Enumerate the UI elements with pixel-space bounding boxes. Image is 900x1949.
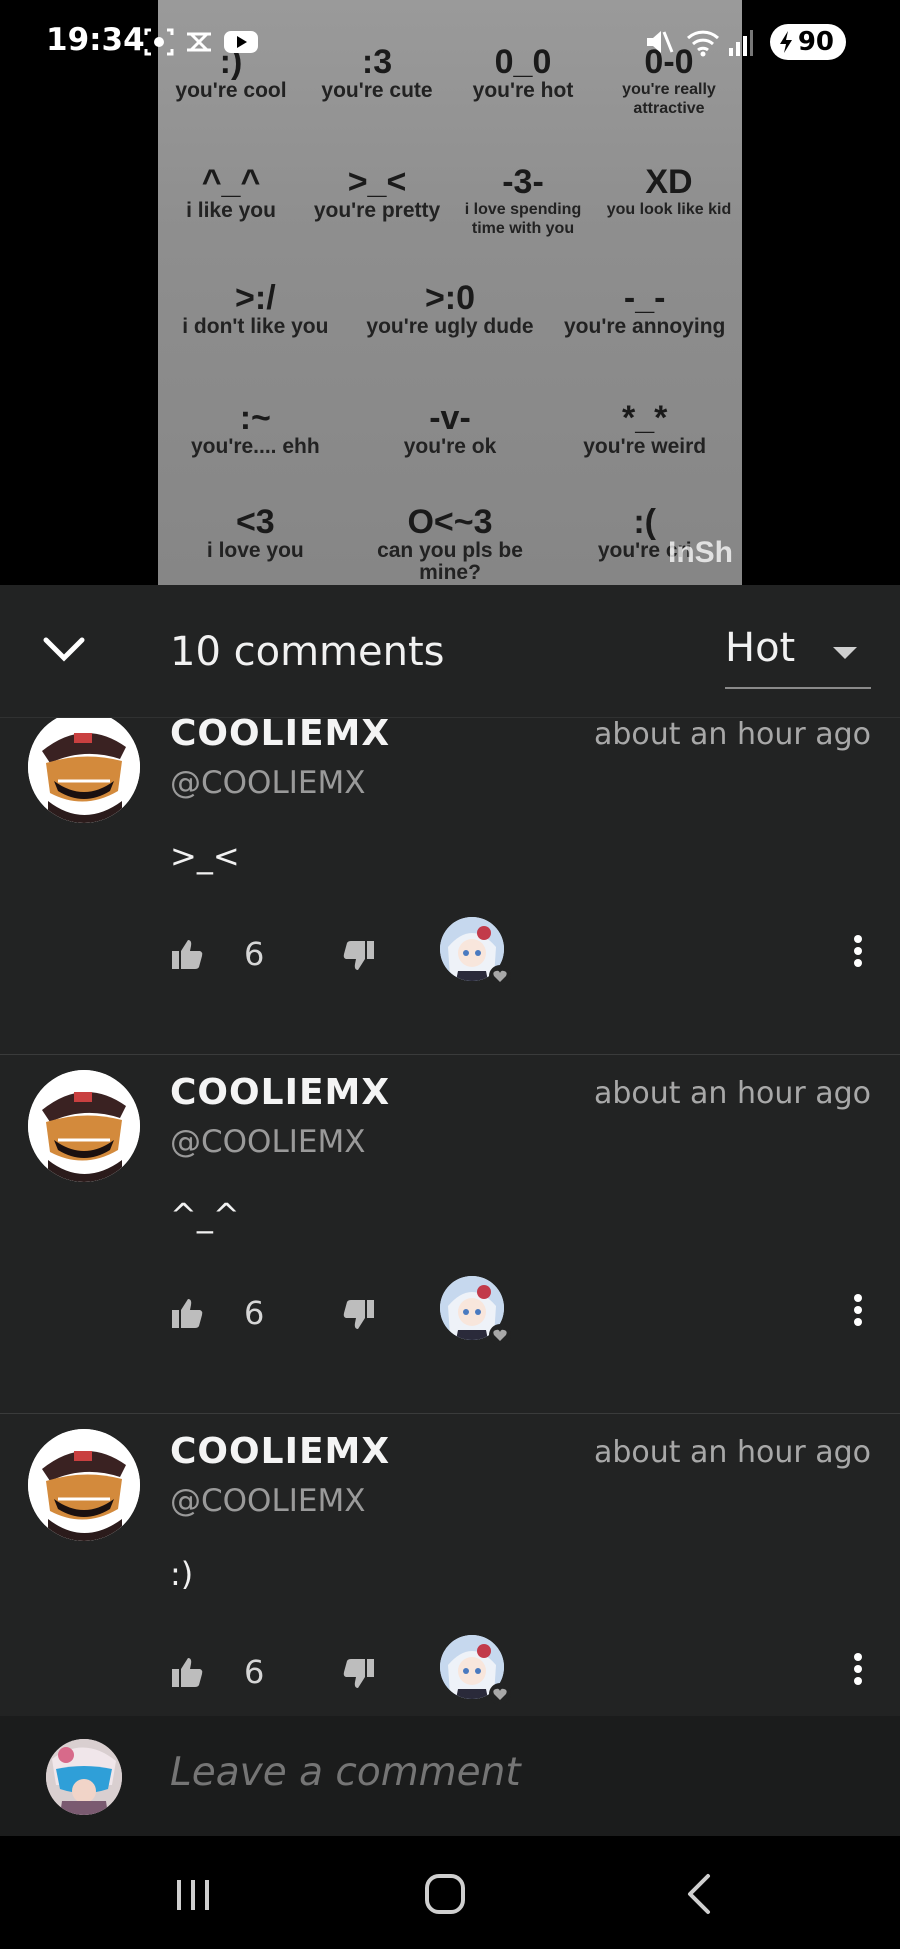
- watermark: InSh: [668, 536, 733, 569]
- emoticon-item: :~ you're.... ehh: [190, 399, 320, 458]
- comment-handle: @COOLIEMX: [170, 1483, 366, 1519]
- comment-author[interactable]: COOLIEMX: [170, 1072, 390, 1113]
- like-count: 6: [244, 1294, 265, 1332]
- more-options-icon[interactable]: [852, 1292, 864, 1328]
- emoticon-row: ^_^ i like you >_< you're pretty -3- i love…: [158, 164, 742, 238]
- back-icon[interactable]: [670, 1864, 730, 1924]
- my-avatar: [46, 1739, 122, 1815]
- navigation-bar: [0, 1836, 900, 1949]
- emoticon-item: O<~3 can you pls be mine?: [377, 503, 523, 584]
- emoticon-item: *_* you're weird: [583, 399, 707, 458]
- comments-header: 10 comments Hot: [0, 585, 900, 718]
- collapse-chevron-icon[interactable]: [40, 630, 88, 670]
- heart-icon: [489, 1324, 511, 1346]
- emoticon-row: <3 i love you O<~3 can you pls be mine? :(…: [158, 504, 742, 584]
- sort-dropdown[interactable]: Hot: [725, 625, 871, 689]
- capcut-icon: [183, 26, 215, 58]
- avatar[interactable]: [28, 1070, 140, 1182]
- emoticon-item: XD you look like kid: [606, 163, 732, 218]
- screen-record-icon: [143, 26, 175, 58]
- comment-timestamp: about an hour ago: [593, 717, 871, 752]
- home-icon[interactable]: [415, 1864, 475, 1924]
- emoticon-row: >:/i don't like you >:0 you're ugly dude …: [158, 280, 742, 338]
- avatar[interactable]: [28, 711, 140, 823]
- comment-author[interactable]: COOLIEMX: [170, 713, 390, 754]
- comment-handle: @COOLIEMX: [170, 1124, 366, 1160]
- youtube-icon: [223, 26, 258, 58]
- thumbs-up-icon[interactable]: [170, 1655, 204, 1689]
- emoticon-row: :~ you're.... ehh -v-you're ok *_* you're …: [158, 400, 742, 458]
- comment-item: COOLIEMX @COOLIEMX about an hour ago ^_^…: [0, 1056, 900, 1414]
- emoticon-item: -3- i love spending time with you: [464, 163, 582, 237]
- thumbs-up-icon[interactable]: [170, 937, 204, 971]
- comment-author[interactable]: COOLIEMX: [170, 1431, 390, 1472]
- like-count: 6: [244, 935, 265, 973]
- thumbs-down-icon[interactable]: [342, 1298, 376, 1332]
- comments-count: 10 comments: [170, 629, 445, 675]
- emoticon-item: >:/i don't like you: [182, 279, 329, 338]
- thumbs-up-icon[interactable]: [170, 1296, 204, 1330]
- sort-value: Hot: [725, 625, 796, 671]
- signal-icon: [728, 26, 760, 58]
- emoticon-item: -v-you're ok: [403, 399, 497, 458]
- comment-item: COOLIEMX @COOLIEMX about an hour ago >_<…: [0, 697, 900, 1055]
- more-options-icon[interactable]: [852, 1651, 864, 1687]
- battery-icon: 90: [769, 24, 846, 60]
- more-options-icon[interactable]: [852, 933, 864, 969]
- leave-comment-bar: [0, 1716, 900, 1836]
- status-time: 19:34: [46, 22, 145, 58]
- thumbs-down-icon[interactable]: [342, 1657, 376, 1691]
- comment-timestamp: about an hour ago: [593, 1076, 871, 1111]
- comment-input[interactable]: [170, 1750, 850, 1795]
- video-player[interactable]: :) you're cool :3 you're cute 0_0 you're ho…: [0, 0, 900, 585]
- comments-panel: 10 comments Hot COOLIEMX @COOLIEMX about…: [0, 585, 900, 1716]
- recent-apps-icon[interactable]: [163, 1864, 223, 1924]
- comment-item: COOLIEMX @COOLIEMX about an hour ago :) …: [0, 1415, 900, 1716]
- wifi-icon: [686, 26, 719, 58]
- video-frame: :) you're cool :3 you're cute 0_0 you're ho…: [158, 0, 742, 585]
- comment-text: ^_^: [170, 1196, 240, 1234]
- heart-icon: [489, 1683, 511, 1705]
- comment-text: :): [170, 1555, 194, 1593]
- like-count: 6: [244, 1653, 265, 1691]
- thumbs-down-icon[interactable]: [342, 939, 376, 973]
- comment-text: >_<: [170, 837, 240, 875]
- avatar[interactable]: [28, 1429, 140, 1541]
- comment-handle: @COOLIEMX: [170, 765, 366, 801]
- mute-icon: [644, 26, 676, 58]
- status-bar: 19:34 90: [0, 0, 900, 86]
- emoticon-item: <3 i love you: [206, 503, 304, 562]
- comment-timestamp: about an hour ago: [593, 1435, 871, 1470]
- emoticon-item: -_- you're annoying: [564, 279, 726, 338]
- emoticon-item: ^_^ i like you: [186, 163, 276, 222]
- emoticon-item: >_< you're pretty: [313, 163, 441, 222]
- emoticon-item: >:0 you're ugly dude: [366, 279, 534, 338]
- caret-down-icon: [833, 647, 857, 659]
- heart-icon: [489, 965, 511, 987]
- battery-level: 90: [797, 27, 834, 57]
